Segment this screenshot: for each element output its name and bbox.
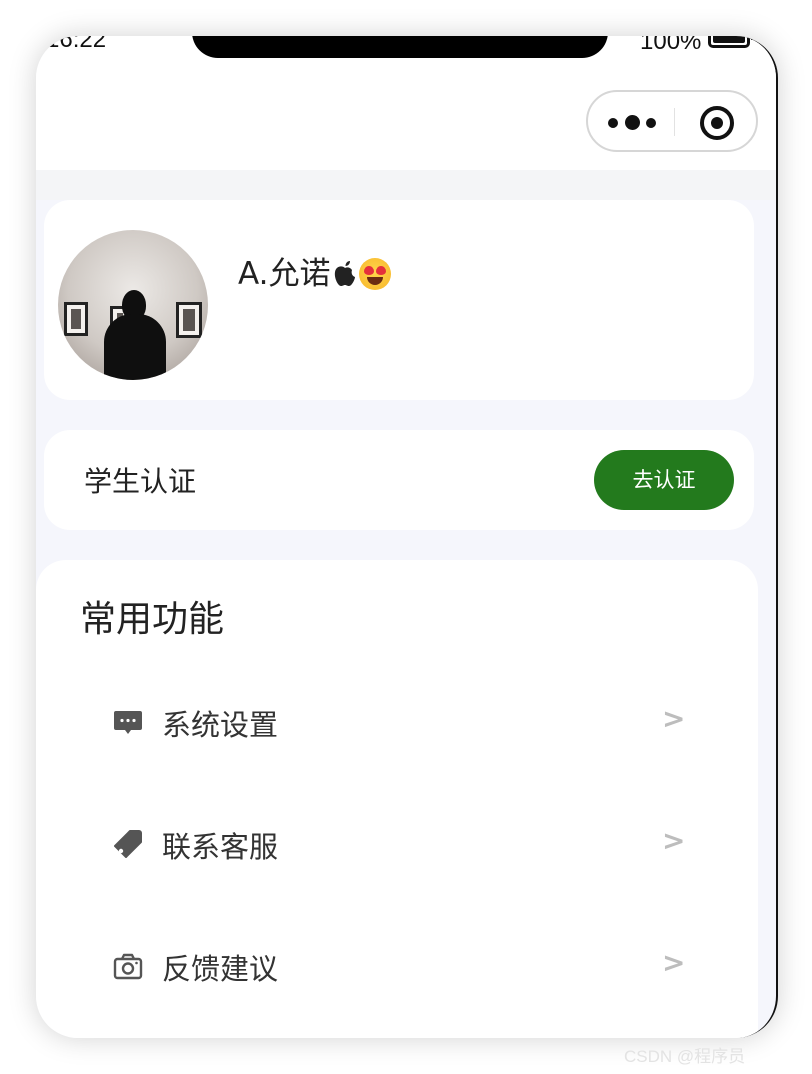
avatar[interactable]: [58, 230, 208, 380]
menu-item-label: 反馈建议: [162, 952, 279, 986]
student-certification-card: 学生认证 去认证: [44, 430, 754, 530]
menu-item-feedback[interactable]: 反馈建议 >: [36, 928, 758, 1008]
menu-item-label: 系统设置: [162, 708, 279, 742]
profile-card[interactable]: A.允诺: [44, 200, 754, 400]
gallery-frame: [64, 302, 88, 336]
phone-frame: 16:22 100% A.允诺 学生认证 去认证 常用功能 系统设置 > 联系客…: [36, 36, 778, 1038]
chevron-right-icon: >: [662, 946, 686, 979]
more-dots-icon[interactable]: [608, 115, 658, 130]
status-time: 16:22: [46, 36, 107, 53]
navigation-bar: [36, 66, 776, 170]
menu-item-contact-support[interactable]: 联系客服 >: [36, 806, 758, 886]
apple-logo-icon: [333, 260, 357, 288]
common-functions-card: 常用功能 系统设置 > 联系客服 > 反馈建议 >: [36, 560, 758, 1038]
menu-item-label: 联系客服: [162, 830, 279, 864]
notch: [192, 36, 608, 58]
section-title: 常用功能: [80, 599, 225, 640]
watermark: CSDN @程序员: [624, 1047, 746, 1066]
battery-icon: [708, 36, 754, 48]
mini-program-capsule: [586, 90, 758, 152]
status-bar: 16:22 100%: [36, 36, 776, 66]
certification-label: 学生认证: [84, 465, 197, 498]
header-separator: [36, 170, 776, 200]
target-circle-icon[interactable]: [700, 106, 734, 140]
profile-name-row: A.允诺: [238, 248, 391, 293]
go-certify-button[interactable]: 去认证: [594, 450, 734, 510]
menu-item-system-settings[interactable]: 系统设置 >: [36, 684, 758, 764]
profile-name: A.允诺: [238, 256, 331, 292]
tag-icon: [112, 828, 144, 860]
heart-eyes-emoji-icon: [358, 258, 391, 290]
chat-bubble-icon: [112, 706, 144, 738]
battery-percentage: 100%: [640, 36, 702, 55]
gallery-frame: [176, 302, 202, 338]
camera-icon: [112, 950, 144, 982]
chevron-right-icon: >: [662, 824, 686, 857]
chevron-right-icon: >: [662, 702, 686, 735]
capsule-divider: [674, 108, 675, 136]
person-silhouette-body: [104, 314, 166, 380]
